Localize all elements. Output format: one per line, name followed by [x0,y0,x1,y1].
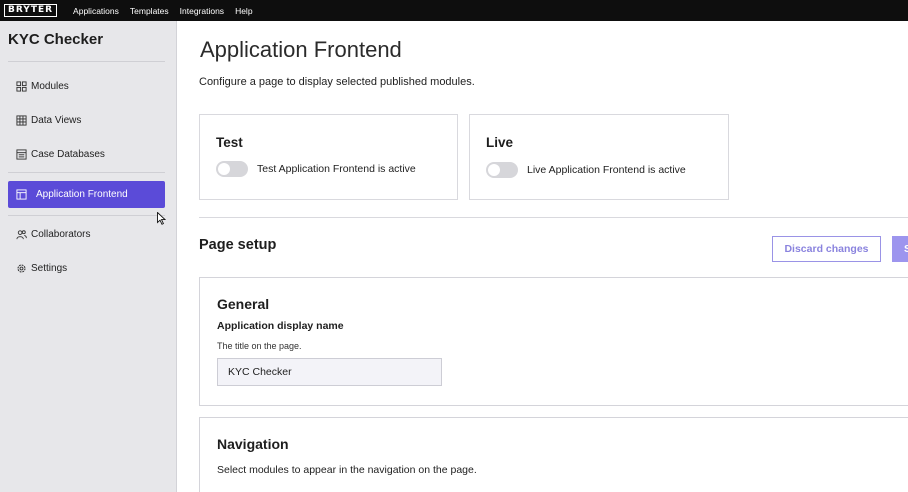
sidebar-item-label: Collaborators [31,228,91,240]
live-toggle-label: Live Application Frontend is active [527,164,686,176]
sidebar-item-settings[interactable]: Settings [16,259,67,277]
test-toggle-label: Test Application Frontend is active [257,163,416,175]
sidebar-divider [8,215,165,216]
live-card: Live Live Application Frontend is active [469,114,729,200]
grid-icon [16,80,27,92]
gear-icon [17,263,26,273]
sidebar-item-modules[interactable]: Modules [16,77,69,95]
sidebar-item-application-frontend[interactable]: Application Frontend [8,181,165,208]
nav-applications[interactable]: Applications [73,6,119,16]
sidebar: KYC Checker Modules Data Views Case Data… [0,21,177,492]
display-name-input[interactable] [217,358,442,386]
save-button[interactable]: S [892,236,908,262]
live-card-title: Live [486,135,514,150]
app-title: KYC Checker [8,31,104,48]
test-card-title: Test [216,135,243,150]
top-navigation-bar: BRYTER Applications Templates Integratio… [0,0,908,21]
top-nav-menu: Applications Templates Integrations Help [73,6,264,16]
discard-changes-button[interactable]: Discard changes [772,236,881,262]
page-title: Application Frontend [200,37,402,62]
bryter-logo[interactable]: BRYTER [4,4,58,17]
test-toggle-row: Test Application Frontend is active [216,161,416,177]
sidebar-item-label: Modules [31,80,69,92]
mouse-cursor-icon [157,212,166,225]
sidebar-item-data-views[interactable]: Data Views [16,111,81,129]
live-toggle-row: Live Application Frontend is active [486,162,686,178]
test-card: Test Test Application Frontend is active [199,114,458,200]
main-content: Application Frontend Configure a page to… [177,21,908,492]
page-description: Configure a page to display selected pub… [199,76,475,88]
sidebar-divider [8,172,165,173]
sidebar-item-collaborators[interactable]: Collaborators [16,225,90,243]
display-name-help: The title on the page. [217,341,302,351]
general-panel: General Application display name The tit… [199,277,908,406]
nav-help[interactable]: Help [235,6,252,16]
nav-integrations[interactable]: Integrations [180,6,224,16]
general-title: General [217,296,270,312]
sidebar-item-label: Settings [31,262,68,274]
navigation-title: Navigation [217,436,289,452]
section-divider [199,217,908,218]
users-icon [16,229,27,239]
nav-templates[interactable]: Templates [130,6,169,16]
live-frontend-toggle[interactable] [486,162,518,178]
test-frontend-toggle[interactable] [216,161,248,177]
table-icon [16,114,27,126]
sidebar-divider [8,61,165,62]
sidebar-item-label: Case Databases [31,148,105,160]
database-icon [16,148,27,160]
sidebar-item-case-databases[interactable]: Case Databases [16,145,105,163]
sidebar-item-label: Application Frontend [36,189,128,200]
frontend-layout-icon [16,189,27,200]
navigation-panel: Navigation Select modules to appear in t… [199,417,908,492]
sidebar-item-label: Data Views [31,114,82,126]
page-setup-title: Page setup [199,237,277,253]
navigation-description: Select modules to appear in the navigati… [217,464,477,476]
display-name-label: Application display name [217,320,344,332]
